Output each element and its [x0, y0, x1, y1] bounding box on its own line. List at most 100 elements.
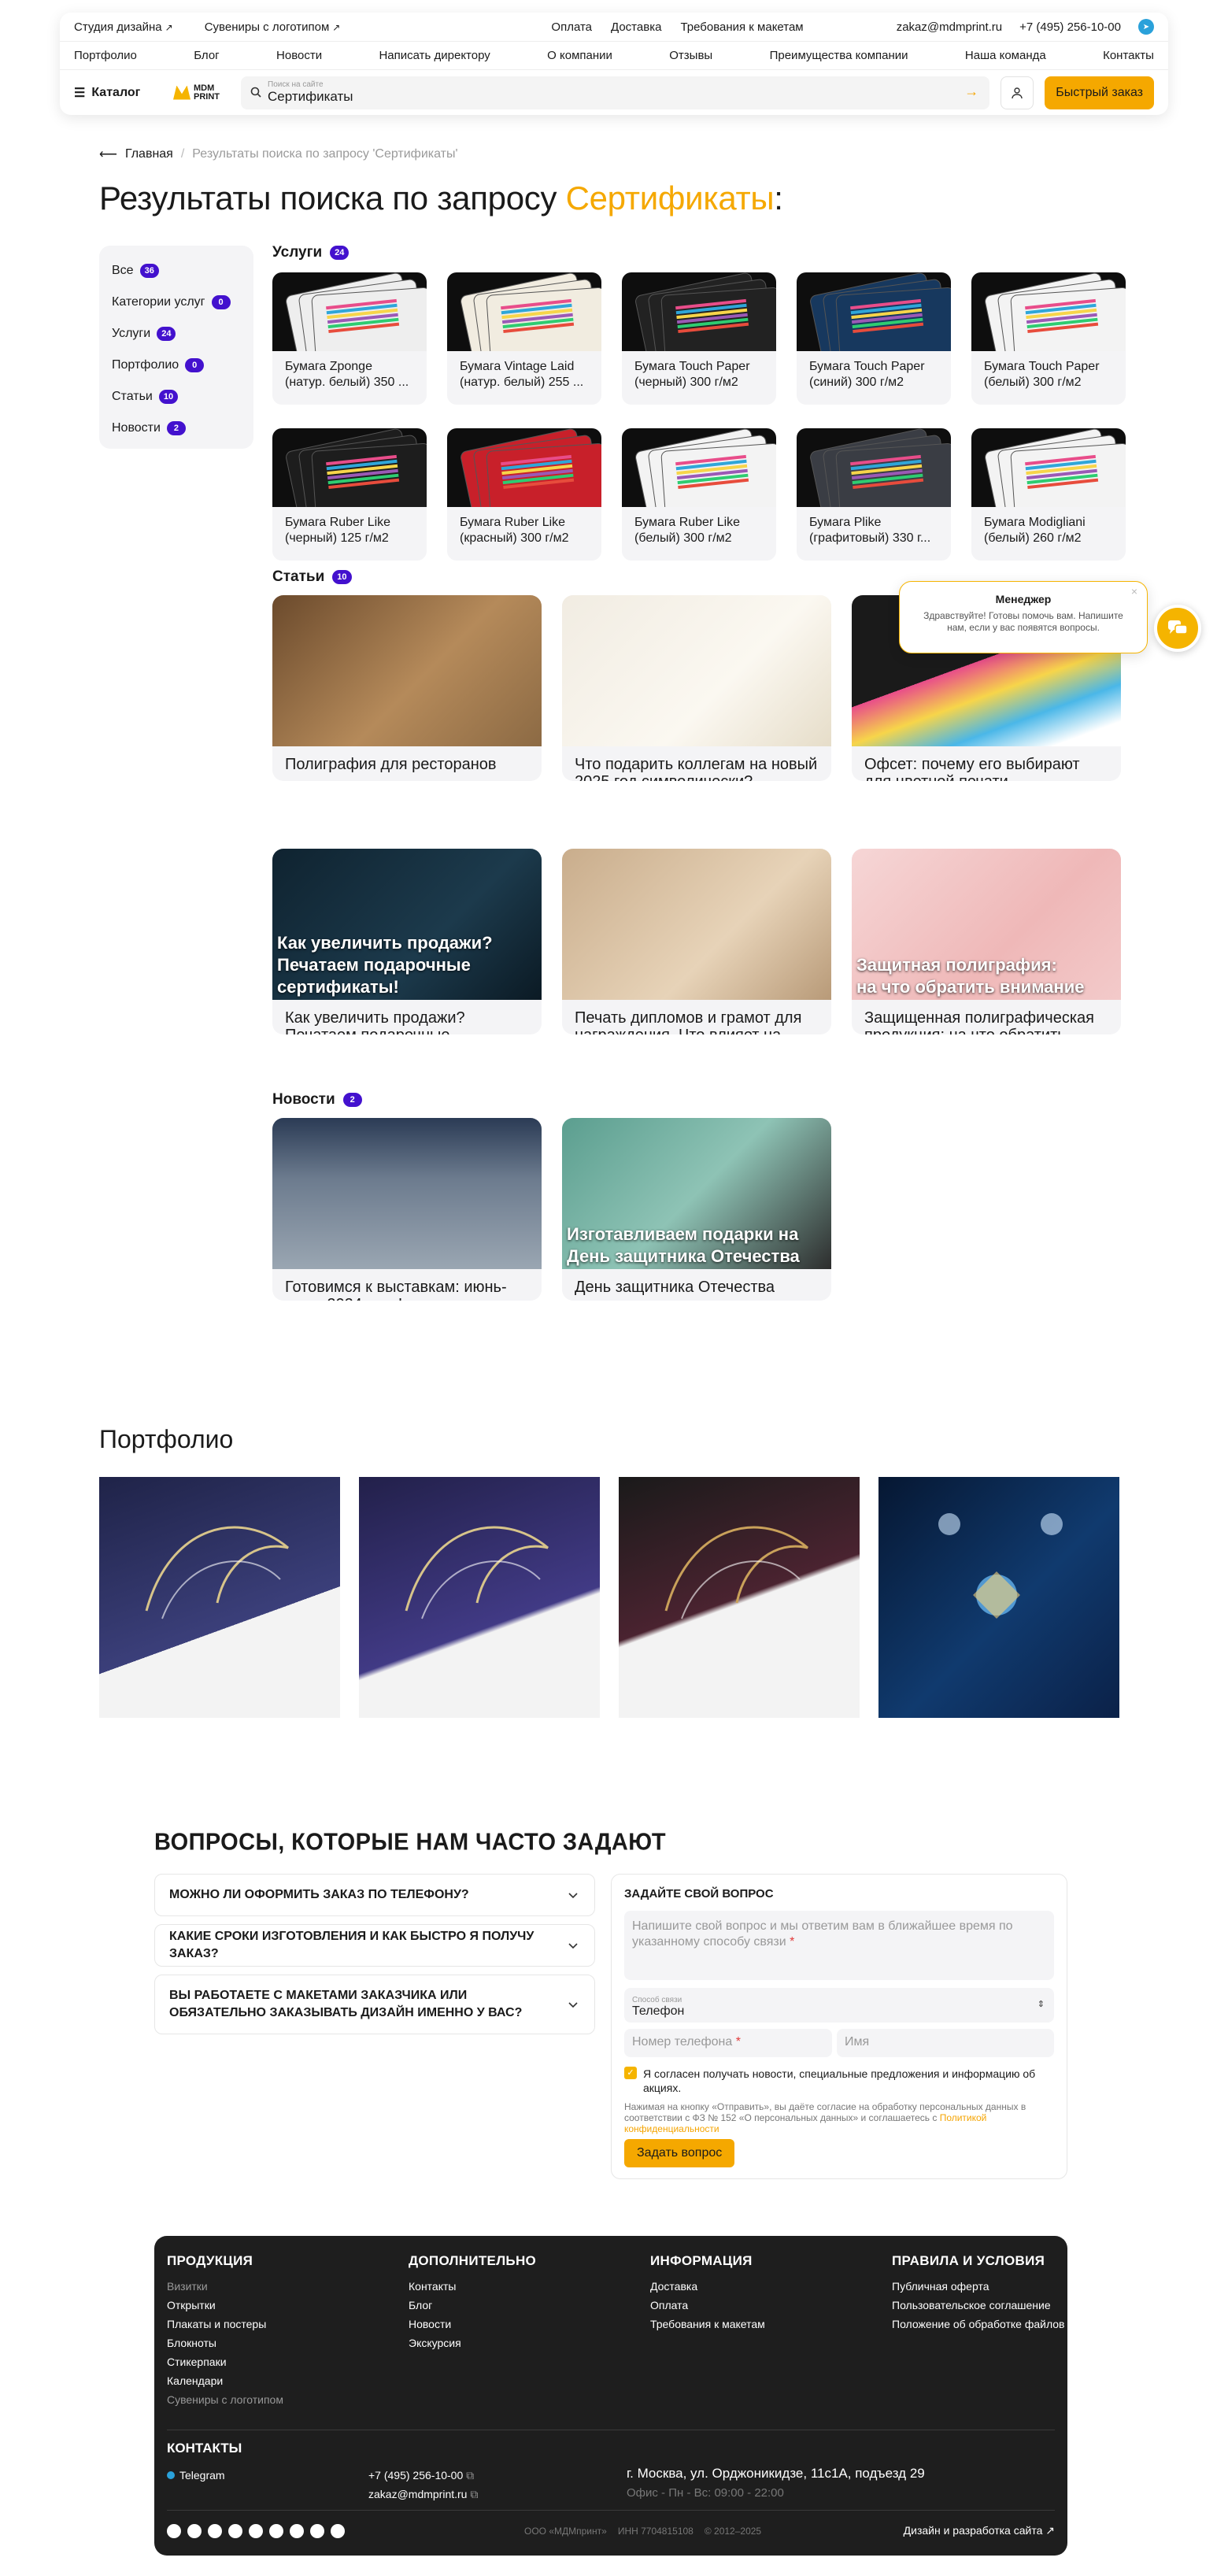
footer-phone[interactable]: +7 (495) 256-10-00 ⧉ — [368, 2469, 474, 2482]
nav-about[interactable]: О компании — [547, 49, 612, 62]
service-card[interactable]: Бумага Touch Paper (черный) 300 г/м2 — [622, 272, 776, 405]
article-card[interactable]: Что подарить коллегам на новый 2025 год … — [562, 595, 831, 781]
footer-telegram-link[interactable]: Telegram — [167, 2469, 225, 2482]
footer-link[interactable]: Требования к макетам — [650, 2318, 871, 2330]
filter-service-categories[interactable]: Категории услуг 0 — [112, 287, 241, 318]
nav-portfolio[interactable]: Портфолио — [74, 49, 137, 62]
filter-services[interactable]: Услуги 24 — [112, 318, 241, 350]
portfolio-item[interactable] — [359, 1477, 600, 1718]
top-link-souvenirs[interactable]: Сувениры с логотипом ↗ — [205, 20, 341, 34]
footer-link[interactable]: Экскурсия — [409, 2337, 629, 2349]
footer-link[interactable]: Оплата — [650, 2299, 871, 2311]
service-card[interactable]: Бумага Ruber Like (черный) 125 г/м2 — [272, 428, 427, 561]
filter-portfolio[interactable]: Портфолио 0 — [112, 350, 241, 381]
telegram-icon[interactable] — [167, 2524, 181, 2538]
service-image — [622, 428, 776, 524]
footer-link[interactable]: Визитки — [167, 2280, 387, 2293]
vk-icon[interactable] — [187, 2524, 202, 2538]
chat-button[interactable] — [1154, 605, 1201, 652]
service-card[interactable]: Бумага Plike (графитовый) 330 г... — [797, 428, 951, 561]
service-card[interactable]: Бумага Vintage Laid (натур. белый) 255 .… — [447, 272, 601, 405]
catalog-button[interactable]: ☰ Каталог — [74, 85, 162, 101]
whatsapp-icon[interactable] — [331, 2524, 345, 2538]
user-account-button[interactable] — [1001, 76, 1034, 109]
nav-blog[interactable]: Блог — [194, 49, 219, 62]
footer-link[interactable]: Доставка — [650, 2280, 871, 2293]
name-input[interactable]: Имя — [837, 2029, 1054, 2057]
footer-link[interactable]: Новости — [409, 2318, 629, 2330]
footer-link[interactable]: Положение об обработке файлов cookies — [892, 2318, 1112, 2330]
header-phone[interactable]: +7 (495) 256-10-00 — [1019, 20, 1121, 34]
service-card[interactable]: Бумага Modigliani (белый) 260 г/м2 — [971, 428, 1126, 561]
fast-order-button[interactable]: Быстрый заказ — [1045, 76, 1154, 109]
footer-link[interactable]: Контакты — [409, 2280, 629, 2293]
contact-method-select[interactable]: Способ связи Телефон ⇕ — [624, 1988, 1054, 2023]
filter-all[interactable]: Все 36 — [112, 255, 241, 287]
filter-articles[interactable]: Статьи 10 — [112, 381, 241, 413]
faq-item[interactable]: МОЖНО ЛИ ОФОРМИТЬ ЗАКАЗ ПО ТЕЛЕФОНУ? — [154, 1874, 595, 1916]
nav-news[interactable]: Новости — [276, 49, 322, 62]
site-logo[interactable]: MDM PRINT — [173, 83, 230, 102]
nav-reviews[interactable]: Отзывы — [669, 49, 712, 62]
close-icon[interactable]: × — [1131, 585, 1137, 598]
news-card[interactable]: Изготавливаем подарки на День защитника … — [562, 1118, 831, 1301]
pinterest-icon[interactable] — [269, 2524, 283, 2538]
behance-icon[interactable] — [310, 2524, 324, 2538]
search-input[interactable]: Поиск на сайте Сертификаты → — [241, 76, 990, 109]
top-link-requirements[interactable]: Требования к макетам — [680, 20, 803, 34]
article-card[interactable]: Печать дипломов и грамот для награждения… — [562, 849, 831, 1034]
dzen-icon[interactable] — [249, 2524, 263, 2538]
top-link-payment[interactable]: Оплата — [551, 20, 592, 34]
checkbox-checked-icon[interactable]: ✓ — [624, 2067, 637, 2079]
tiktok-icon[interactable] — [290, 2524, 304, 2538]
faq-item[interactable]: КАКИЕ СРОКИ ИЗГОТОВЛЕНИЯ И КАК БЫСТРО Я … — [154, 1924, 595, 1967]
footer-link[interactable]: Блог — [409, 2299, 629, 2311]
manager-chat-popup[interactable]: × Менеджер Здравствуйте! Готовы помочь в… — [899, 581, 1148, 653]
footer-link[interactable]: Плакаты и постеры — [167, 2318, 387, 2330]
copy-icon[interactable]: ⧉ — [470, 2488, 478, 2500]
breadcrumb-home[interactable]: Главная — [125, 147, 173, 161]
portfolio-item[interactable] — [99, 1477, 340, 1718]
service-card[interactable]: Бумага Ruber Like (красный) 300 г/м2 — [447, 428, 601, 561]
service-card[interactable]: Бумага Ruber Like (белый) 300 г/м2 — [622, 428, 776, 561]
footer-email[interactable]: zakaz@mdmprint.ru ⧉ — [368, 2488, 478, 2501]
article-card[interactable]: Полиграфия для ресторанов12.10.2025232 — [272, 595, 542, 781]
service-card[interactable]: Бумага Touch Paper (белый) 300 г/м2 — [971, 272, 1126, 405]
footer-link[interactable]: Блокноты — [167, 2337, 387, 2349]
newsletter-consent[interactable]: ✓ Я согласен получать новости, специальны… — [624, 2067, 1054, 2095]
search-submit-arrow-icon[interactable]: → — [964, 83, 978, 100]
phone-input[interactable]: Номер телефона * — [624, 2029, 832, 2057]
developer-link[interactable]: Дизайн и разработка сайта ↗ — [904, 2524, 1055, 2537]
nav-advantages[interactable]: Преимущества компании — [770, 49, 908, 62]
nav-team[interactable]: Наша команда — [965, 49, 1046, 62]
footer-link[interactable]: Сувениры с логотипом — [167, 2393, 387, 2406]
copy-icon[interactable]: ⧉ — [466, 2469, 474, 2482]
article-card[interactable]: Как увеличить продажи? Печатаем подарочн… — [272, 849, 542, 1034]
top-link-design-studio[interactable]: Студия дизайна ↗ — [74, 20, 173, 34]
footer-link[interactable]: Открытки — [167, 2299, 387, 2311]
footer-link[interactable]: Стикерпаки — [167, 2356, 387, 2368]
question-textarea[interactable]: Напишите свой вопрос и мы ответим вам в … — [624, 1911, 1054, 1980]
top-link-delivery[interactable]: Доставка — [611, 20, 661, 34]
service-card[interactable]: Бумага Touch Paper (синий) 300 г/м2 — [797, 272, 951, 405]
faq-item[interactable]: ВЫ РАБОТАЕТЕ С МАКЕТАМИ ЗАКАЗЧИКА ИЛИ ОБ… — [154, 1975, 595, 2034]
filter-news[interactable]: Новости 2 — [112, 413, 241, 444]
telegram-icon[interactable]: ➤ — [1137, 19, 1154, 35]
footer-link[interactable]: Календари — [167, 2374, 387, 2387]
question-form: ЗАДАЙТЕ СВОЙ ВОПРОС Напишите свой вопрос… — [611, 1874, 1067, 2179]
header-email[interactable]: zakaz@mdmprint.ru — [897, 20, 1002, 34]
news-card[interactable]: Готовимся к выставкам: июнь-июль 2024 го… — [272, 1118, 542, 1301]
footer-link[interactable]: Пользовательское соглашение — [892, 2299, 1112, 2311]
service-image — [272, 272, 427, 368]
footer-link[interactable]: Публичная оферта — [892, 2280, 1112, 2293]
portfolio-item[interactable] — [619, 1477, 860, 1718]
nav-write-director[interactable]: Написать директору — [379, 49, 490, 62]
youtube-icon[interactable] — [208, 2524, 222, 2538]
article-card[interactable]: Защитная полиграфия: на что обратить вни… — [852, 849, 1121, 1034]
service-card[interactable]: Бумага Zponge (натур. белый) 350 ... — [272, 272, 427, 405]
nav-contacts[interactable]: Контакты — [1103, 49, 1154, 62]
rutube-icon[interactable] — [228, 2524, 242, 2538]
submit-question-button[interactable]: Задать вопрос — [624, 2139, 735, 2167]
portfolio-item[interactable] — [878, 1477, 1119, 1718]
back-arrow-icon[interactable]: ⟵ — [99, 146, 117, 162]
